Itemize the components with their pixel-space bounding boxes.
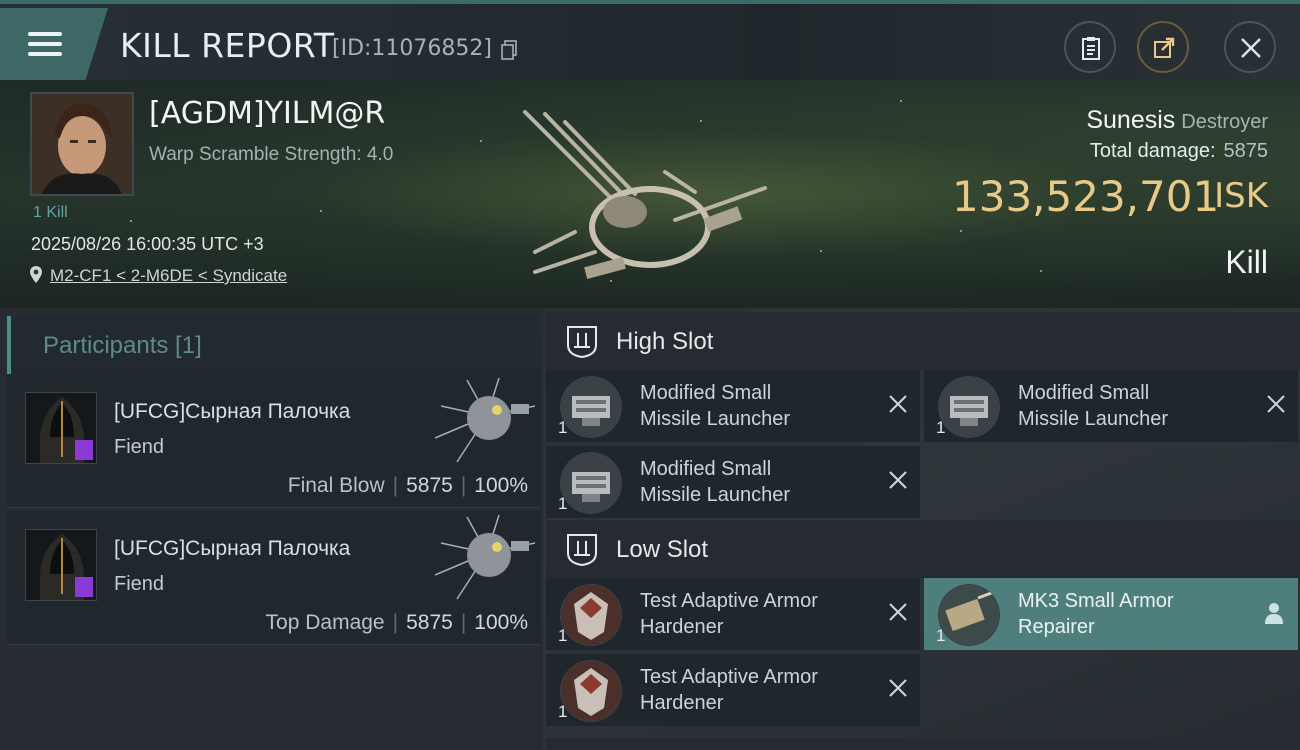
module-quantity: 1 (936, 626, 946, 645)
participant-ship: Fiend (114, 573, 165, 595)
module-slot[interactable]: 1 Modified Small Missile Launcher (546, 446, 920, 518)
mid-slot-header-partial (546, 738, 1300, 750)
victim-summary: [AGDM]YILM@R Warp Scramble Strength: 4.0… (0, 80, 1300, 308)
participant-name: [UFCG]Сырная Палочка (114, 537, 351, 560)
copy-icon[interactable] (501, 40, 517, 60)
isk-unit: ISK (1214, 176, 1268, 216)
participant-stats: Final Blow | 5875 | 100% (287, 474, 528, 497)
total-damage-value: 5875 (1223, 140, 1269, 162)
participant-avatar (25, 392, 97, 464)
ship-type: Sunesis (1086, 106, 1176, 134)
module-slot[interactable]: 1 Modified Small Missile Launcher (546, 370, 920, 442)
participant-role: Final Blow (287, 474, 385, 497)
module-name: Test Adaptive Armor Hardener (640, 590, 818, 638)
clipboard-button[interactable] (1064, 21, 1116, 73)
map-pin-icon (30, 266, 42, 283)
module-slot[interactable]: 1 Modified Small Missile Launcher (924, 370, 1298, 442)
high-slot-label: High Slot (616, 328, 714, 355)
close-button[interactable] (1224, 21, 1276, 73)
participant-damage: 5875 (406, 474, 453, 497)
remove-x-icon[interactable] (888, 602, 908, 622)
victim-portrait[interactable] (30, 92, 134, 196)
participant-percent: 100% (474, 474, 528, 497)
module-quantity: 1 (558, 626, 568, 645)
victim-name[interactable]: [AGDM]YILM@R (149, 96, 385, 131)
missile-launcher-icon (560, 452, 622, 514)
ship-class: Destroyer (1181, 111, 1268, 133)
remove-x-icon[interactable] (888, 470, 908, 490)
armor-repairer-icon (938, 584, 1000, 646)
pilot-badge (75, 440, 93, 460)
close-icon (1241, 38, 1261, 58)
module-quantity: 1 (936, 418, 946, 437)
low-slot-icon (567, 534, 597, 567)
participant-name: [UFCG]Сырная Палочка (114, 400, 351, 423)
missile-launcher-icon (560, 376, 622, 438)
module-quantity: 1 (558, 702, 568, 721)
participant-damage: 5875 (406, 611, 453, 634)
module-slot[interactable]: 1 Test Adaptive Armor Hardener (546, 578, 920, 650)
person-icon[interactable] (1264, 602, 1284, 624)
participants-title: Participants [1] (43, 332, 202, 359)
kill-timestamp: 2025/08/26 16:00:35 UTC +3 (31, 234, 264, 254)
total-damage-label: Total damage: (1089, 140, 1216, 162)
participant-row[interactable]: [UFCG]Сырная Палочка Fiend Final Blow | 58… (7, 374, 540, 508)
module-name: Test Adaptive Armor Hardener (640, 666, 818, 714)
share-button[interactable] (1137, 21, 1189, 73)
remove-x-icon[interactable] (888, 678, 908, 698)
share-icon (1154, 37, 1175, 58)
remove-x-icon[interactable] (888, 394, 908, 414)
isk-value: 133,523,701 (952, 172, 1220, 221)
module-name: MK3 Small Armor Repairer (1018, 590, 1174, 638)
result-label: Kill (1225, 244, 1268, 280)
armor-hardener-icon (560, 584, 622, 646)
low-slot-header: Low Slot (546, 520, 1300, 578)
ship-name[interactable]: Sunesis Destroyer (1086, 106, 1268, 135)
total-damage: Total damage: 5875 (1090, 140, 1268, 163)
participant-role: Top Damage (265, 611, 385, 634)
location-link[interactable]: M2-CF1 < 2-M6DE < Syndicate (50, 266, 287, 285)
module-quantity: 1 (558, 418, 568, 437)
high-slot-icon (567, 326, 597, 359)
top-bar: KILL REPORT [ID:11076852] (0, 0, 1300, 84)
module-slot-selected[interactable]: 1 MK3 Small Armor Repairer (924, 578, 1298, 650)
module-slot[interactable]: 1 Test Adaptive Armor Hardener (546, 654, 920, 726)
kill-id: [ID:11076852] (332, 36, 492, 61)
participant-percent: 100% (474, 611, 528, 634)
warp-scramble-strength: Warp Scramble Strength: 4.0 (149, 144, 394, 165)
participant-ship: Fiend (114, 436, 165, 458)
menu-button[interactable] (0, 8, 108, 84)
kill-location[interactable]: M2-CF1 < 2-M6DE < Syndicate (30, 266, 287, 286)
participant-stats: Top Damage | 5875 | 100% (265, 611, 528, 634)
participant-ship-icon (434, 514, 536, 600)
fitting-panel: High Slot 1 Modified Small Missile Launch… (543, 308, 1300, 750)
module-name: Modified Small Missile Launcher (640, 382, 791, 430)
armor-hardener-icon (560, 660, 622, 722)
clipboard-icon (1082, 37, 1100, 60)
ship-render (523, 110, 767, 279)
remove-x-icon[interactable] (1266, 394, 1286, 414)
missile-launcher-icon (938, 376, 1000, 438)
participant-row[interactable]: [UFCG]Сырная Палочка Fiend Top Damage | 58… (7, 511, 540, 645)
module-name: Modified Small Missile Launcher (640, 458, 791, 506)
module-name: Modified Small Missile Launcher (1018, 382, 1169, 430)
participant-ship-icon (434, 377, 536, 463)
high-slot-header: High Slot (546, 312, 1300, 370)
low-slot-label: Low Slot (616, 536, 709, 563)
kill-count: 1 Kill (33, 204, 68, 221)
module-quantity: 1 (558, 494, 568, 513)
participant-avatar (25, 529, 97, 601)
pilot-badge (75, 577, 93, 597)
participants-header[interactable]: Participants [1] (7, 316, 540, 374)
participants-panel: Participants [1] [UFCG]Сырная Палочка Fi… (0, 308, 543, 750)
page-title: KILL REPORT (120, 26, 335, 65)
